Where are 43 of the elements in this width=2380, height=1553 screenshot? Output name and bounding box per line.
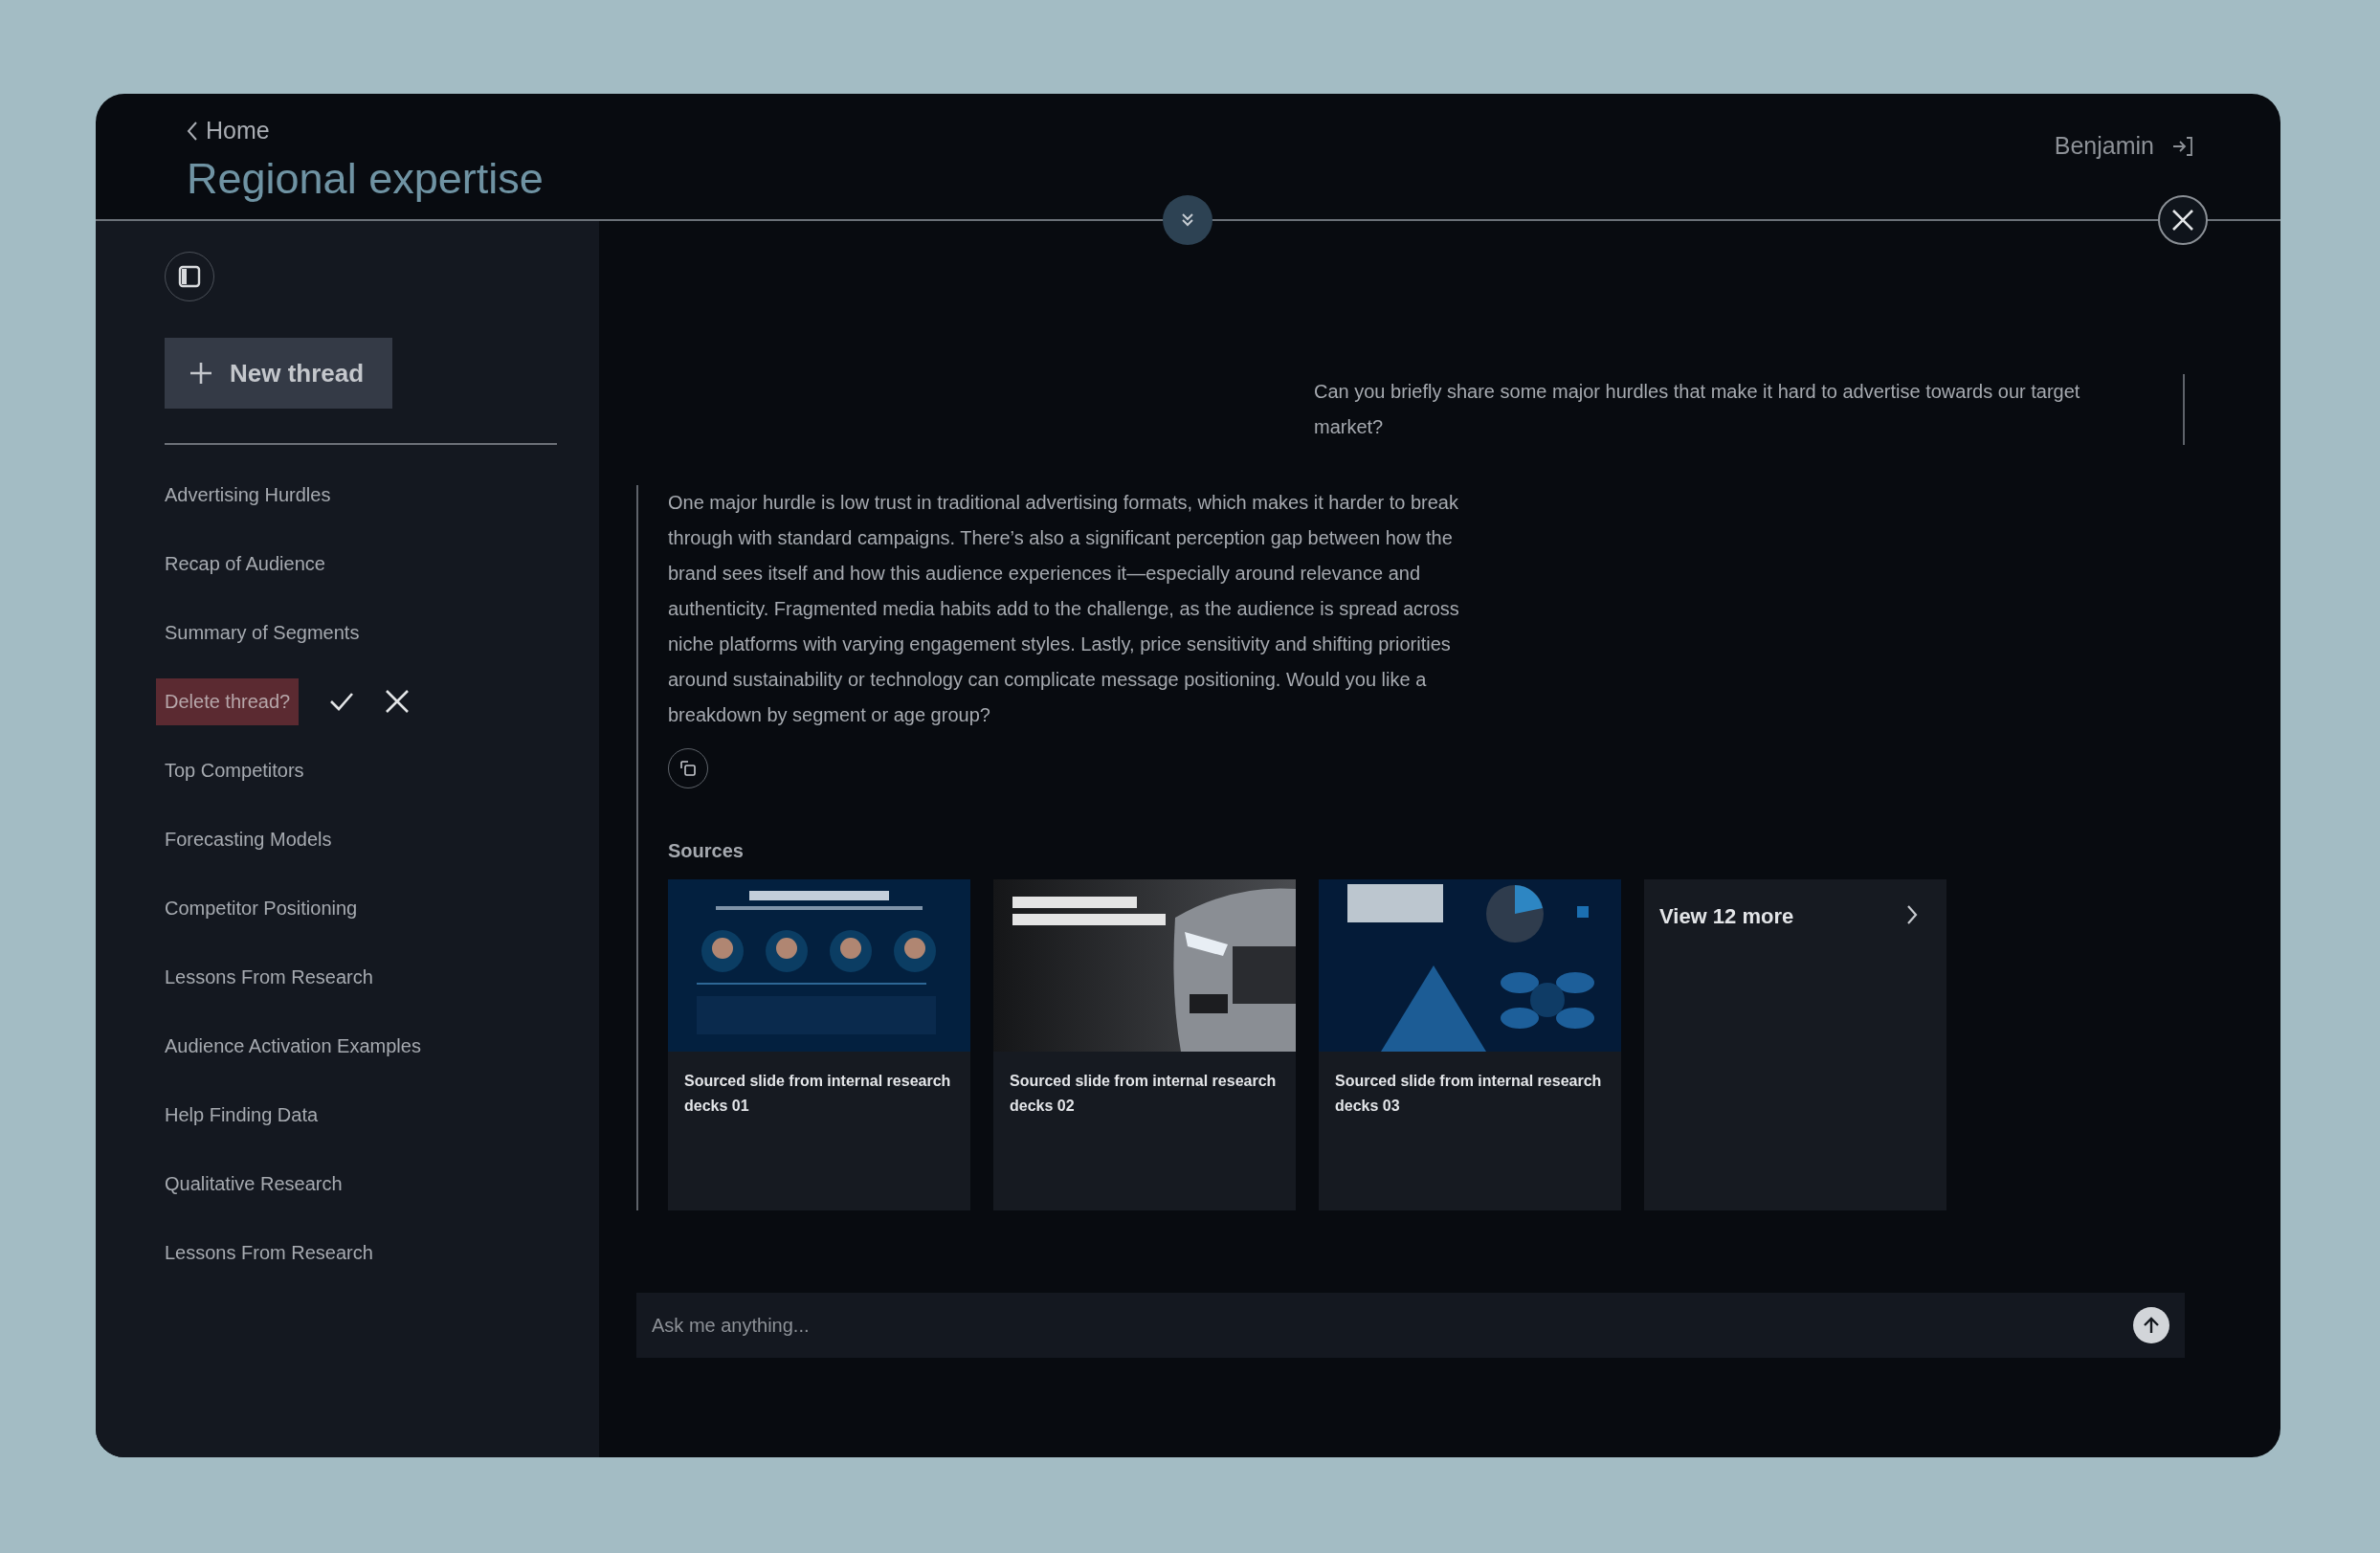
user-name: Benjamin (2054, 132, 2154, 160)
thread-item[interactable]: Advertising Hurdles (165, 483, 331, 506)
source-card[interactable]: Sourced slide from internal research decks 01 (668, 879, 970, 1210)
cancel-button[interactable] (385, 689, 411, 714)
arrow-up-icon (2142, 1316, 2161, 1335)
thread-item[interactable]: Competitor Positioning (165, 897, 358, 920)
sources-heading: Sources (668, 840, 745, 862)
source-card[interactable]: Sourced slide from internal research decks 03 (1319, 879, 1621, 1210)
source-caption: Sourced slide from internal research decks 02 (1009, 1072, 1278, 1116)
thread-item[interactable]: Audience Activation Examples (165, 1034, 421, 1057)
new-thread-button[interactable]: New thread (165, 338, 393, 409)
source-caption: Sourced slide from internal research decks 01 (683, 1072, 952, 1116)
thread-item[interactable]: Top Competitors (165, 759, 304, 782)
thread-item[interactable]: Help Finding Data (165, 1103, 319, 1126)
thread-item[interactable]: Qualitative Research (165, 1172, 343, 1195)
view-more-link[interactable]: View 12 more (1644, 879, 1946, 1210)
plus-icon (189, 362, 212, 385)
thread-item[interactable]: Forecasting Models (165, 828, 332, 851)
thread-item[interactable]: Recap of Audience (165, 552, 325, 575)
close-icon (2170, 208, 2195, 233)
source-card[interactable]: Sourced slide from internal research decks 02 (993, 879, 1296, 1210)
user-message: Can you briefly share some major hurdles that make it hard to advertise towards our target market? (1314, 380, 2081, 439)
back-chevron-icon (187, 120, 198, 142)
page-title: Regional expertise (187, 154, 544, 204)
delete-thread-prompt: Delete thread? (156, 677, 300, 725)
thread-item[interactable]: Lessons From Research (165, 965, 373, 988)
chevron-right-icon (1906, 904, 1918, 925)
checkmark-icon (329, 691, 355, 712)
copy-icon (679, 760, 697, 777)
sign-in-arrow-icon (2171, 134, 2194, 158)
sidebar-panel-icon (178, 265, 201, 288)
collapse-button[interactable] (1163, 195, 1212, 245)
logout-button[interactable] (2171, 134, 2194, 158)
double-chevron-down-icon (1179, 211, 1196, 229)
close-button[interactable] (2158, 195, 2208, 245)
thread-item[interactable]: Lessons From Research (165, 1241, 373, 1264)
close-icon (385, 689, 411, 714)
message-input[interactable]: Ask me anything... (636, 1293, 2185, 1358)
home-link[interactable]: Home (187, 117, 270, 144)
assistant-message: One major hurdle is low trust in traditional advertising formats, which makes it harder to break through with standard campaigns. There’s also a significant perception gap between how the brand sees itself and how this audience experiences it—especially around relevance and authenticity. Fragmented media habits add to the challenge, as the audience is spread across niche platforms with varying engagement styles. Lastly, price sensitivity and shifting priorities around sustainability or technology can complicate message positioning. Would you like a breakdown by segment or age group? (668, 491, 1460, 727)
source-caption: Sourced slide from internal research decks 03 (1334, 1072, 1603, 1116)
thread-item[interactable]: Summary of Segments (165, 621, 360, 644)
confirm-button[interactable] (329, 691, 355, 712)
